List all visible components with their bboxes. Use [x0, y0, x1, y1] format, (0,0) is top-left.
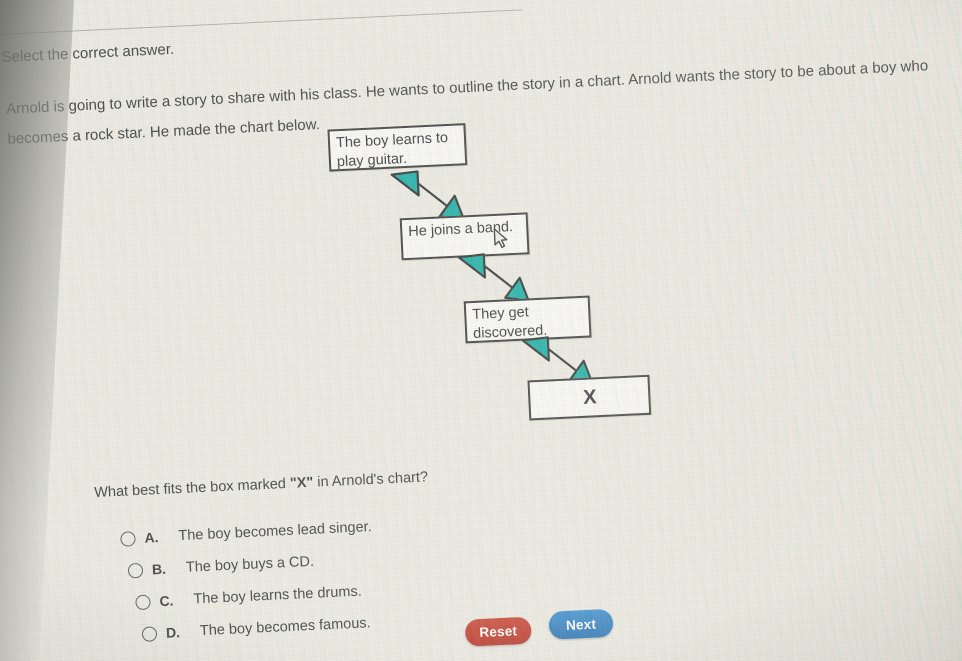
photographed-screen: 2 Select the correct answer. Arnold is g… — [0, 0, 962, 661]
radio-button-d[interactable] — [141, 625, 158, 642]
option-text-d: The boy becomes famous. — [199, 615, 371, 640]
sub-question-prefix: What best fits the box marked — [93, 475, 291, 502]
radio-button-a[interactable] — [120, 530, 136, 547]
next-button[interactable]: Next — [548, 608, 614, 640]
quiz-page-surface: 2 Select the correct answer. Arnold is g… — [0, 0, 962, 661]
reset-button[interactable]: Reset — [464, 616, 532, 647]
option-letter-c: C. — [159, 592, 174, 610]
radio-button-c[interactable] — [135, 594, 151, 610]
option-letter-a: A. — [144, 529, 159, 546]
sub-question-marker: "X" — [289, 474, 314, 492]
option-text-c: The boy learns the drums. — [193, 583, 363, 608]
option-letter-d: D. — [165, 624, 181, 641]
flowchart-box-1: The boy learns to play guitar. — [327, 123, 468, 172]
option-text-b: The boy buys a CD. — [185, 553, 315, 576]
sub-question-text: What best fits the box marked "X" in Arn… — [94, 469, 428, 501]
radio-button-b[interactable] — [127, 562, 144, 579]
flowchart-box-x: X — [527, 374, 652, 421]
option-letter-b: B. — [151, 560, 167, 578]
sub-question-suffix: in Arnold's chart? — [312, 469, 429, 491]
answer-options-list: A. The boy becomes lead singer. B. The b… — [120, 511, 377, 651]
quiz-document: 2 Select the correct answer. Arnold is g… — [0, 0, 962, 661]
option-text-a: The boy becomes lead singer. — [178, 519, 373, 545]
story-flowchart: The boy learns to play guitar. He joins … — [0, 0, 961, 421]
